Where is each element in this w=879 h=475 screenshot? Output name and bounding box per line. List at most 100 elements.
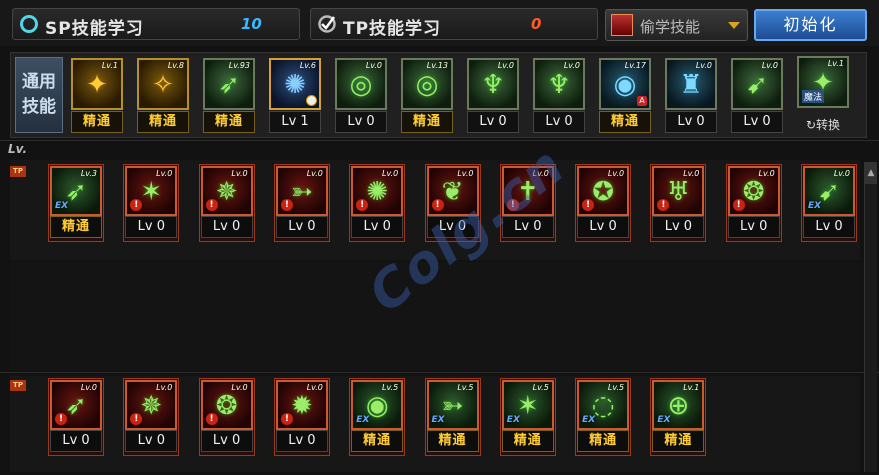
job-skill-slot[interactable]: Lv.0 ✺! Lv 0	[349, 164, 406, 242]
job-skill-slot[interactable]: Lv.0 ❂! Lv 0	[198, 378, 255, 456]
locked-warning-icon: !	[280, 413, 293, 425]
skill-level-tag: Lv.0	[563, 61, 580, 70]
general-skill-slot[interactable]: Lv.6 ✺ Lv 1	[269, 58, 321, 138]
general-skill-slot[interactable]: Lv.1 ✦ 精通	[71, 58, 123, 138]
job-skill-slot[interactable]: Lv.0 ✵! Lv 0	[123, 378, 180, 456]
skill-icon[interactable]: Lv.0 ♆	[533, 58, 585, 110]
job-skill-slot[interactable]: Lv.0 ✵! Lv 0	[198, 164, 255, 242]
general-skill-slot[interactable]: Lv.8 ✧ 精通	[137, 58, 189, 138]
general-skill-slot[interactable]: Lv.0 ♆ Lv 0	[467, 58, 519, 138]
skill-level-tag: Lv.0	[365, 61, 382, 70]
tp-title: TP技能学习	[343, 19, 442, 39]
skill-icon[interactable]: Lv.0 ◎	[335, 58, 387, 110]
scrollbar[interactable]: ▲	[864, 162, 877, 472]
skill-level-tag: Lv.6	[299, 61, 316, 70]
general-skill-slot[interactable]: Lv.0 ♜ Lv 0	[665, 58, 717, 138]
skill-header-bar: SP技能学习 10 TP技能学习 0 偷学技能 初始化	[0, 0, 879, 46]
skill-glyph-icon: ⊕	[667, 390, 690, 421]
job-level-label: Lv.	[8, 142, 28, 156]
skill-icon[interactable]: Lv.0 ➹ EX	[803, 166, 855, 216]
skill-icon[interactable]: Lv.0 ✺!	[351, 166, 404, 216]
general-skill-slot[interactable]: Lv.0 ➹ Lv 0	[731, 58, 783, 138]
job-skill-slot[interactable]: Lv.5 ➳ EX 精通	[424, 378, 481, 456]
skill-icon[interactable]: Lv.0 ✵!	[125, 380, 178, 430]
job-skill-slot[interactable]: Lv.5 ✶ EX 精通	[499, 378, 556, 456]
general-skill-slot[interactable]: Lv.0 ◎ Lv 0	[335, 58, 387, 138]
skill-icon[interactable]: Lv.0 ✹!	[275, 380, 328, 430]
general-skills-panel: 通用技能 Lv.1 ✦ 精通 Lv.8 ✧ 精通 Lv.93 ➶ 精通 Lv.6 ✺ Lv 1 Lv.0…	[10, 52, 867, 138]
skill-icon[interactable]: Lv.0 ➹	[731, 58, 783, 110]
steal-skill-dropdown[interactable]: 偷学技能	[605, 9, 748, 41]
general-skill-slot[interactable]: Lv.13 ◎ 精通	[401, 58, 453, 138]
skill-icon[interactable]: Lv.0 ✶!	[125, 166, 178, 216]
job-skill-slot[interactable]: Lv.0 ✪! Lv 0	[575, 164, 632, 242]
skill-icon[interactable]: Lv.93 ➶	[203, 58, 255, 110]
skill-glyph-icon: ♆	[481, 69, 505, 100]
job-skill-slot[interactable]: Lv.5 ◌ EX 精通	[575, 378, 632, 456]
skill-glyph-icon: ✺	[284, 69, 306, 100]
job-skill-slot[interactable]: Lv.0 ✹! Lv 0	[273, 378, 330, 456]
skill-glyph-icon: ✵	[215, 176, 238, 207]
locked-warning-icon: !	[280, 199, 293, 211]
skill-level-tag: Lv.17	[624, 61, 646, 70]
skill-icon[interactable]: Lv.0 ✪!	[577, 166, 630, 216]
skill-icon[interactable]: Lv.5 ➳ EX	[426, 380, 479, 430]
sp-ring-icon	[20, 15, 38, 33]
general-skill-slot[interactable]: Lv.0 ♆ Lv 0	[533, 58, 585, 138]
job-skill-slot[interactable]: Lv.0 ♅! Lv 0	[650, 164, 707, 242]
skill-icon[interactable]: Lv.0 ❂!	[727, 166, 780, 216]
job-skill-slot[interactable]: Lv.3 ➶ EX 精通	[48, 164, 104, 242]
tp-value: 0	[531, 15, 542, 33]
skill-icon[interactable]: Lv.0 ♜	[665, 58, 717, 110]
tp-points-panel: TP技能学习 0	[310, 8, 598, 40]
job-skill-slot[interactable]: Lv.1 ⊕ EX 精通	[650, 378, 707, 456]
skill-glyph-icon: ➶	[218, 69, 240, 100]
locked-warning-icon: !	[205, 199, 218, 211]
ex-badge-icon: EX	[431, 415, 445, 425]
scroll-up-arrow-icon[interactable]: ▲	[865, 162, 877, 184]
skill-status: 精通	[203, 111, 255, 133]
general-skill-slot[interactable]: Lv.93 ➶ 精通	[203, 58, 255, 138]
job-skill-slot[interactable]: Lv.0 ❂! Lv 0	[725, 164, 782, 242]
locked-warning-icon: !	[55, 413, 67, 425]
skill-icon[interactable]: Lv.0 ♅!	[652, 166, 705, 216]
skill-icon[interactable]: Lv.5 ✶ EX	[501, 380, 554, 430]
general-skill-slot[interactable]: Lv.17 ◉ A 精通	[599, 58, 651, 138]
skill-icon[interactable]: Lv.17 ◉ A	[599, 58, 651, 110]
tp-tag: TP	[10, 380, 26, 391]
skill-level-tag: Lv.0	[761, 61, 778, 70]
skill-icon[interactable]: Lv.8 ✧	[137, 58, 189, 110]
skill-glyph-icon: ✦	[86, 69, 108, 100]
skill-icon[interactable]: Lv.6 ✺	[269, 58, 321, 110]
skill-icon[interactable]: Lv.0 ➶!	[50, 380, 102, 430]
skill-status: Lv 0	[467, 111, 519, 133]
locked-warning-icon: !	[732, 199, 745, 211]
skill-icon[interactable]: Lv.5 ◌ EX	[577, 380, 630, 430]
general-skills-category: 通用技能	[15, 57, 63, 133]
reset-button[interactable]: 初始化	[754, 9, 867, 41]
job-skill-slot[interactable]: Lv.0 ➶! Lv 0	[48, 378, 104, 456]
skill-icon[interactable]: Lv.0 ❂!	[200, 380, 253, 430]
cooldown-clock-icon	[306, 95, 317, 106]
skill-status: Lv 0	[125, 216, 178, 238]
skill-status: 精通	[577, 430, 630, 452]
skill-icon[interactable]: Lv.0 ➳!	[275, 166, 328, 216]
skill-icon[interactable]: Lv.13 ◎	[401, 58, 453, 110]
skill-icon[interactable]: Lv.3 ➶ EX	[50, 166, 102, 216]
job-skill-slot[interactable]: Lv.0 ✶! Lv 0	[123, 164, 180, 242]
skill-icon[interactable]: Lv.5 ◉ EX	[351, 380, 404, 430]
skill-icon[interactable]: Lv.0 ♆	[467, 58, 519, 110]
tp-check-icon	[318, 15, 336, 33]
skill-glyph-icon: ❂	[742, 176, 765, 207]
job-skill-row-2: TP Lv.0 ➶! Lv 0 Lv.0 ✵! Lv 0 Lv.0 ❂! Lv 0 Lv.0 ✹! L…	[10, 376, 860, 472]
job-skill-slot[interactable]: Lv.0 ➹ EX Lv 0	[801, 164, 857, 242]
skill-icon[interactable]: Lv.0 ✵!	[200, 166, 253, 216]
skill-icon[interactable]: Lv.1 ⊕ EX	[652, 380, 705, 430]
job-skill-slot[interactable]: Lv.5 ◉ EX 精通	[349, 378, 406, 456]
skill-glyph-icon: ✶	[140, 176, 163, 207]
job-skill-slot[interactable]: Lv.0 ➳! Lv 0	[273, 164, 330, 242]
skill-status: Lv 0	[125, 430, 178, 452]
skill-icon[interactable]: Lv.1 ✦	[71, 58, 123, 110]
skill-status: Lv 0	[335, 111, 387, 133]
convert-skill[interactable]: Lv.1 ✦ 魔法 ↻转换	[797, 56, 849, 134]
